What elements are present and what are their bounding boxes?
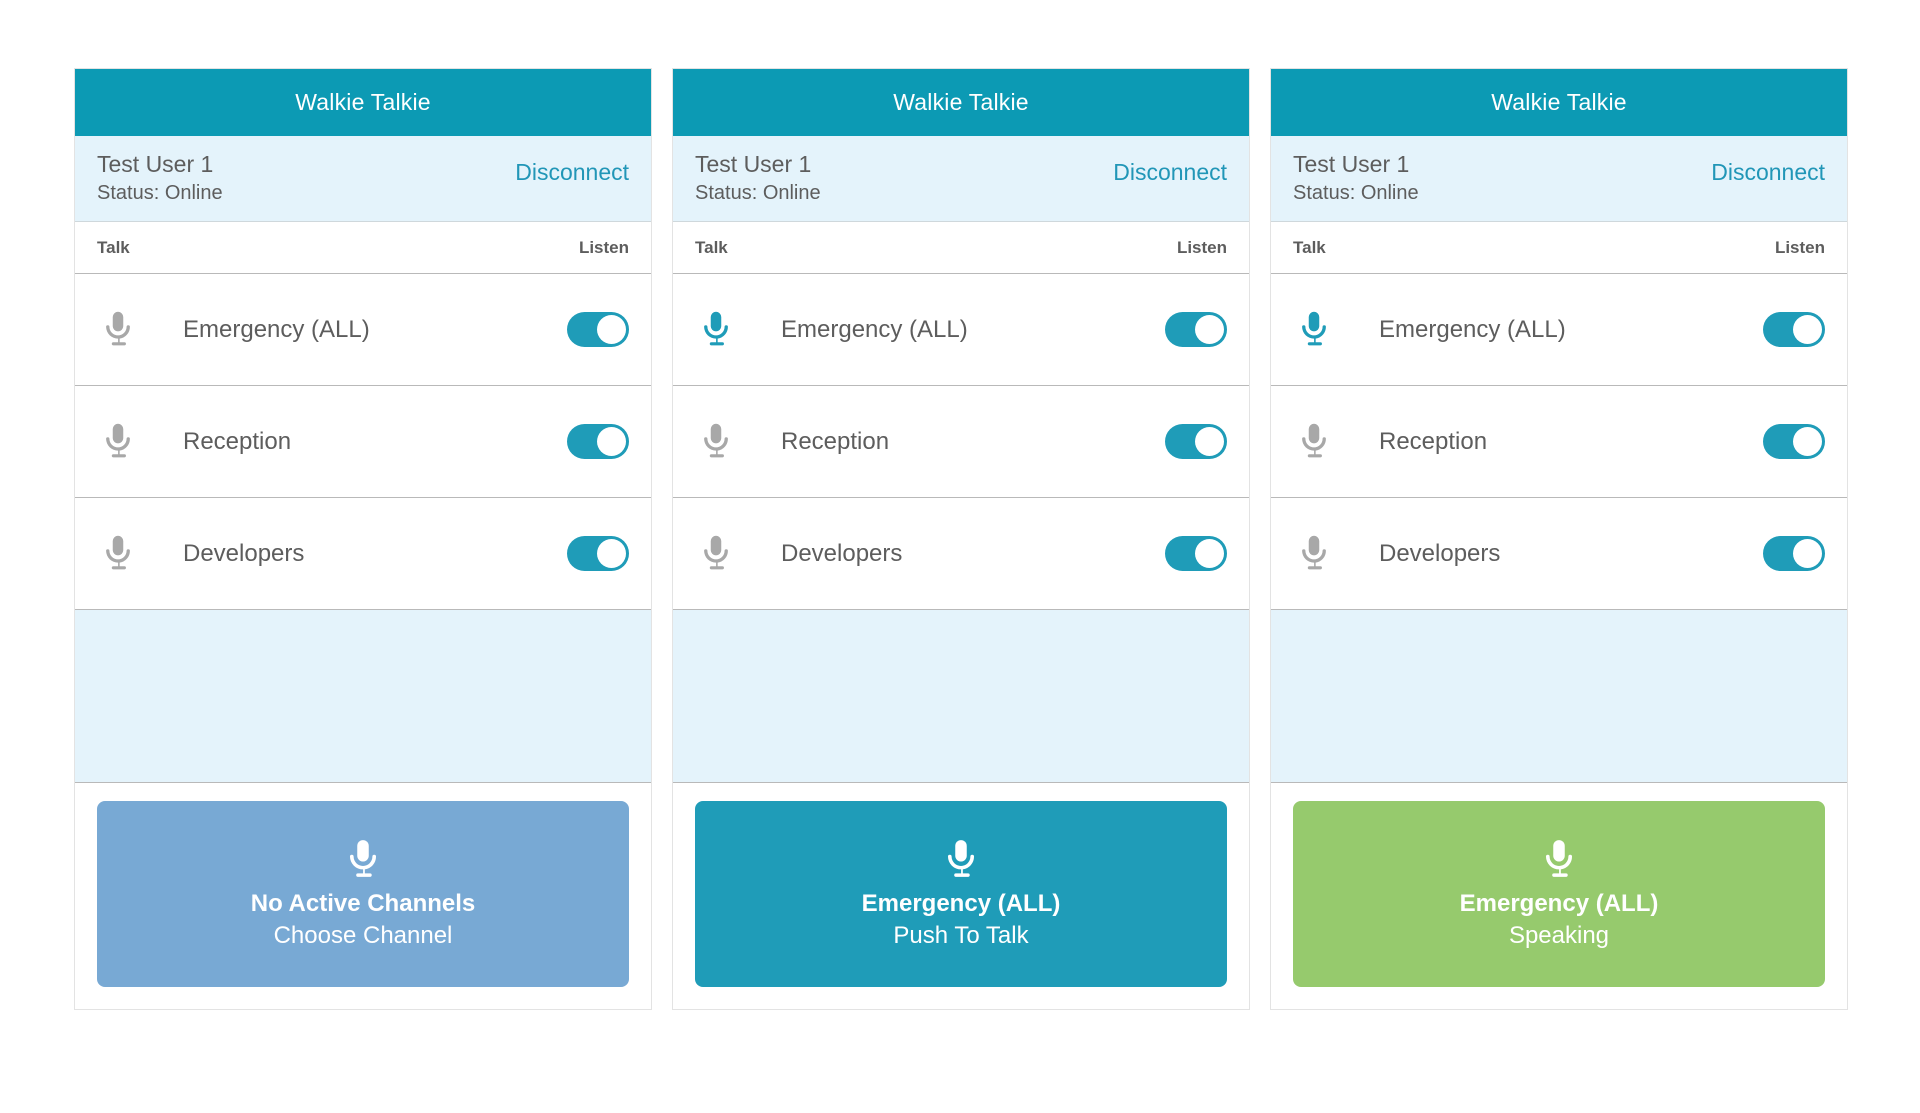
microphone-icon xyxy=(340,837,386,889)
user-name: Test User 1 xyxy=(1293,151,1410,177)
user-status-row: Test User 1 Status: Online Disconnect xyxy=(1271,136,1847,223)
user-status-row: Test User 1 Status: Online Disconnect xyxy=(75,136,651,223)
listen-toggle[interactable] xyxy=(1165,312,1227,348)
panel-header: Walkie Talkie xyxy=(75,69,651,136)
toggle-knob xyxy=(597,427,626,457)
microphone-icon xyxy=(938,837,984,889)
walkie-talkie-panel: Walkie Talkie Test User 1 Status: Online Di… xyxy=(1270,68,1848,1011)
push-to-talk-area: No Active Channels Choose Channel xyxy=(75,783,651,1010)
listen-column-label: Listen xyxy=(1176,237,1227,257)
toggle-knob xyxy=(1195,539,1224,569)
channel-columns-header: Talk Listen xyxy=(1271,222,1847,275)
user-name: Test User 1 xyxy=(695,151,812,177)
channel-name: Reception xyxy=(183,427,292,455)
push-to-talk-title: Emergency (ALL) xyxy=(1459,890,1659,918)
listen-toggle[interactable] xyxy=(567,536,629,572)
toggle-knob xyxy=(1793,427,1822,457)
talk-column-label: Talk xyxy=(97,237,130,257)
push-to-talk-button[interactable]: No Active Channels Choose Channel xyxy=(97,801,629,988)
message-log-area xyxy=(673,610,1249,784)
channel-row: Reception xyxy=(673,386,1249,499)
panel-header: Walkie Talkie xyxy=(1271,69,1847,136)
microphone-icon[interactable] xyxy=(1293,421,1379,463)
channel-row: Developers xyxy=(673,498,1249,611)
disconnect-button[interactable]: Disconnect xyxy=(515,159,629,186)
connection-status: Status: Online xyxy=(695,182,821,205)
channel-row: Reception xyxy=(75,386,651,499)
microphone-icon[interactable] xyxy=(695,533,781,575)
channel-name: Developers xyxy=(183,539,305,567)
channel-row: Emergency (ALL) xyxy=(673,274,1249,387)
channel-columns-header: Talk Listen xyxy=(673,222,1249,275)
channel-name: Reception xyxy=(781,427,890,455)
user-info: Test User 1 Status: Online xyxy=(1293,150,1419,205)
push-to-talk-subtitle: Speaking xyxy=(1508,922,1610,950)
channel-name: Reception xyxy=(1379,427,1488,455)
push-to-talk-subtitle: Push To Talk xyxy=(893,922,1029,950)
microphone-icon[interactable] xyxy=(695,309,781,351)
user-status-row: Test User 1 Status: Online Disconnect xyxy=(673,136,1249,223)
microphone-icon[interactable] xyxy=(695,421,781,463)
push-to-talk-button[interactable]: Emergency (ALL) Speaking xyxy=(1293,801,1825,988)
microphone-icon xyxy=(1536,837,1582,889)
app-title: Walkie Talkie xyxy=(1491,89,1627,115)
push-to-talk-button[interactable]: Emergency (ALL) Push To Talk xyxy=(695,801,1227,988)
app-root: Walkie Talkie Test User 1 Status: Online Di… xyxy=(0,0,1920,1113)
channel-name: Emergency (ALL) xyxy=(183,315,370,343)
listen-toggle[interactable] xyxy=(567,424,629,460)
channel-row: Developers xyxy=(1271,498,1847,611)
message-log-area xyxy=(1271,610,1847,784)
user-info: Test User 1 Status: Online xyxy=(97,150,223,205)
listen-toggle[interactable] xyxy=(1165,424,1227,460)
channel-row: Emergency (ALL) xyxy=(75,274,651,387)
listen-column-label: Listen xyxy=(1774,237,1825,257)
listen-toggle[interactable] xyxy=(1763,424,1825,460)
push-to-talk-title: Emergency (ALL) xyxy=(861,890,1061,918)
channel-row: Developers xyxy=(75,498,651,611)
microphone-icon[interactable] xyxy=(97,421,183,463)
listen-toggle[interactable] xyxy=(567,312,629,348)
microphone-icon[interactable] xyxy=(1293,309,1379,351)
toggle-knob xyxy=(597,315,626,345)
channel-name: Emergency (ALL) xyxy=(1379,315,1566,343)
connection-status: Status: Online xyxy=(97,182,223,205)
walkie-talkie-panel-group: Walkie Talkie Test User 1 Status: Online Di… xyxy=(74,68,1848,1011)
listen-column-label: Listen xyxy=(578,237,629,257)
toggle-knob xyxy=(597,539,626,569)
channel-row: Reception xyxy=(1271,386,1847,499)
microphone-icon[interactable] xyxy=(97,533,183,575)
channel-row: Emergency (ALL) xyxy=(1271,274,1847,387)
message-log-area xyxy=(75,610,651,784)
listen-toggle[interactable] xyxy=(1763,536,1825,572)
channel-name: Developers xyxy=(781,539,903,567)
talk-column-label: Talk xyxy=(1293,237,1326,257)
toggle-knob xyxy=(1793,539,1822,569)
channel-columns-header: Talk Listen xyxy=(75,222,651,275)
user-name: Test User 1 xyxy=(97,151,214,177)
push-to-talk-subtitle: Choose Channel xyxy=(273,922,453,950)
toggle-knob xyxy=(1195,315,1224,345)
microphone-icon[interactable] xyxy=(97,309,183,351)
toggle-knob xyxy=(1195,427,1224,457)
toggle-knob xyxy=(1793,315,1822,345)
push-to-talk-area: Emergency (ALL) Speaking xyxy=(1271,783,1847,1010)
walkie-talkie-panel: Walkie Talkie Test User 1 Status: Online Di… xyxy=(672,68,1250,1011)
walkie-talkie-panel: Walkie Talkie Test User 1 Status: Online Di… xyxy=(74,68,652,1011)
channel-name: Developers xyxy=(1379,539,1501,567)
push-to-talk-title: No Active Channels xyxy=(250,890,476,918)
app-title: Walkie Talkie xyxy=(295,89,431,115)
disconnect-button[interactable]: Disconnect xyxy=(1711,159,1825,186)
disconnect-button[interactable]: Disconnect xyxy=(1113,159,1227,186)
push-to-talk-area: Emergency (ALL) Push To Talk xyxy=(673,783,1249,1010)
user-info: Test User 1 Status: Online xyxy=(695,150,821,205)
channel-name: Emergency (ALL) xyxy=(781,315,968,343)
app-title: Walkie Talkie xyxy=(893,89,1029,115)
listen-toggle[interactable] xyxy=(1763,312,1825,348)
panel-header: Walkie Talkie xyxy=(673,69,1249,136)
talk-column-label: Talk xyxy=(695,237,728,257)
microphone-icon[interactable] xyxy=(1293,533,1379,575)
listen-toggle[interactable] xyxy=(1165,536,1227,572)
connection-status: Status: Online xyxy=(1293,182,1419,205)
